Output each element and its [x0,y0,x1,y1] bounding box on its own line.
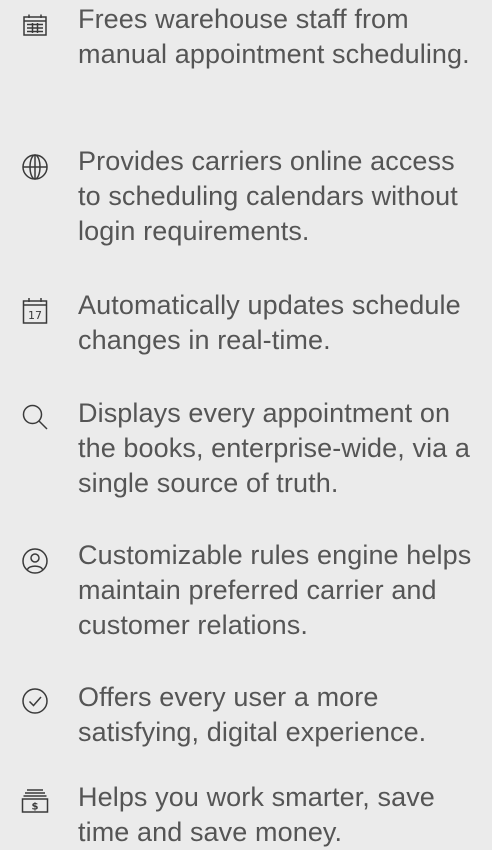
feature-text: Customizable rules engine helps maintain… [78,540,472,640]
money-stack-icon: $ [18,784,52,818]
check-circle-icon [18,684,52,718]
globe-icon [18,150,52,184]
feature-text: Offers every user a more satisfying, dig… [78,682,427,747]
feature-text: Provides carriers online access to sched… [78,146,458,246]
feature-text: Frees warehouse staff from manual appoin… [78,4,470,69]
feature-text: Automatically updates schedule changes i… [78,290,461,355]
calendar-17-icon: 17 [18,294,52,328]
feature-text: Displays every appointment on the books,… [78,398,471,498]
calendar-grid-icon [18,8,52,42]
calendar-day-label: 17 [28,309,42,322]
search-icon [18,400,52,434]
user-circle-icon [18,544,52,578]
dollar-sign-label: $ [32,802,39,813]
feature-text: Helps you work smarter, save time and sa… [78,782,435,847]
